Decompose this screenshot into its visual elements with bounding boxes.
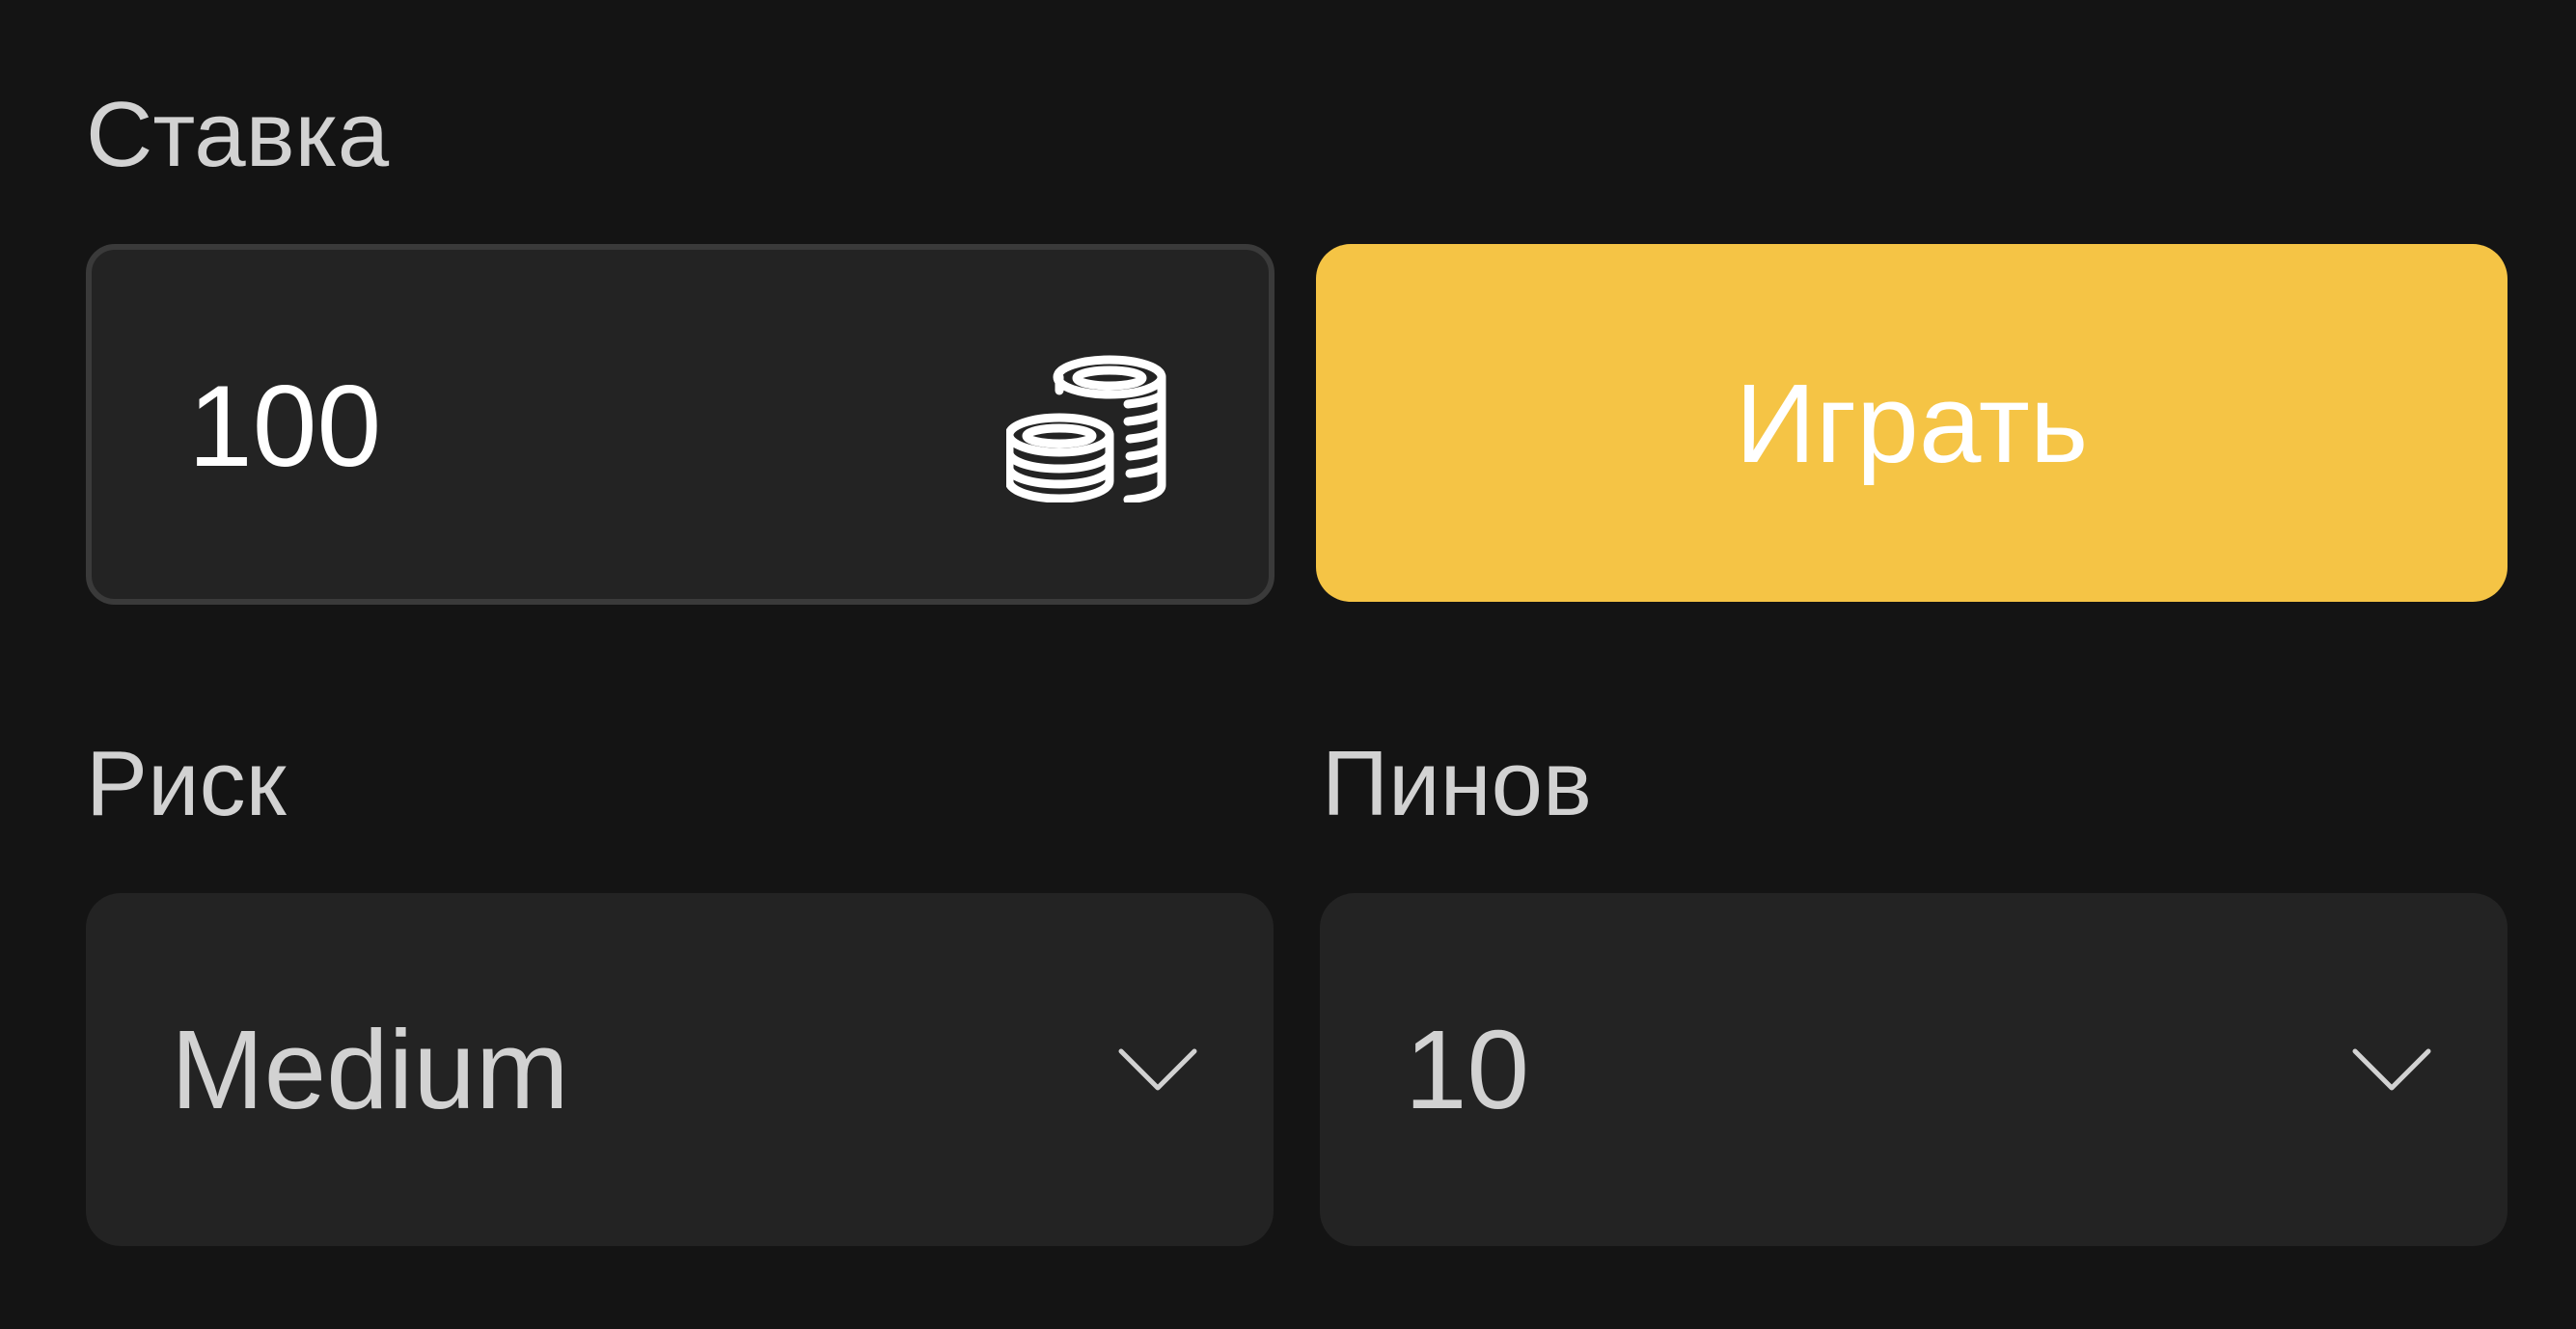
stake-label: Ставка bbox=[86, 83, 390, 186]
risk-select[interactable]: Medium bbox=[86, 893, 1274, 1246]
stake-field[interactable] bbox=[86, 244, 1274, 605]
stake-input[interactable] bbox=[188, 364, 960, 489]
play-button[interactable]: Играть bbox=[1316, 244, 2507, 602]
chevron-down-icon bbox=[1118, 1048, 1197, 1091]
coins-icon bbox=[1006, 355, 1166, 502]
risk-select-value: Medium bbox=[171, 1007, 569, 1132]
pins-label: Пинов bbox=[1322, 732, 1593, 835]
pins-select-value: 10 bbox=[1405, 1007, 1530, 1132]
pins-select[interactable]: 10 bbox=[1320, 893, 2507, 1246]
chevron-down-icon bbox=[2352, 1048, 2431, 1091]
risk-label: Риск bbox=[86, 732, 287, 835]
